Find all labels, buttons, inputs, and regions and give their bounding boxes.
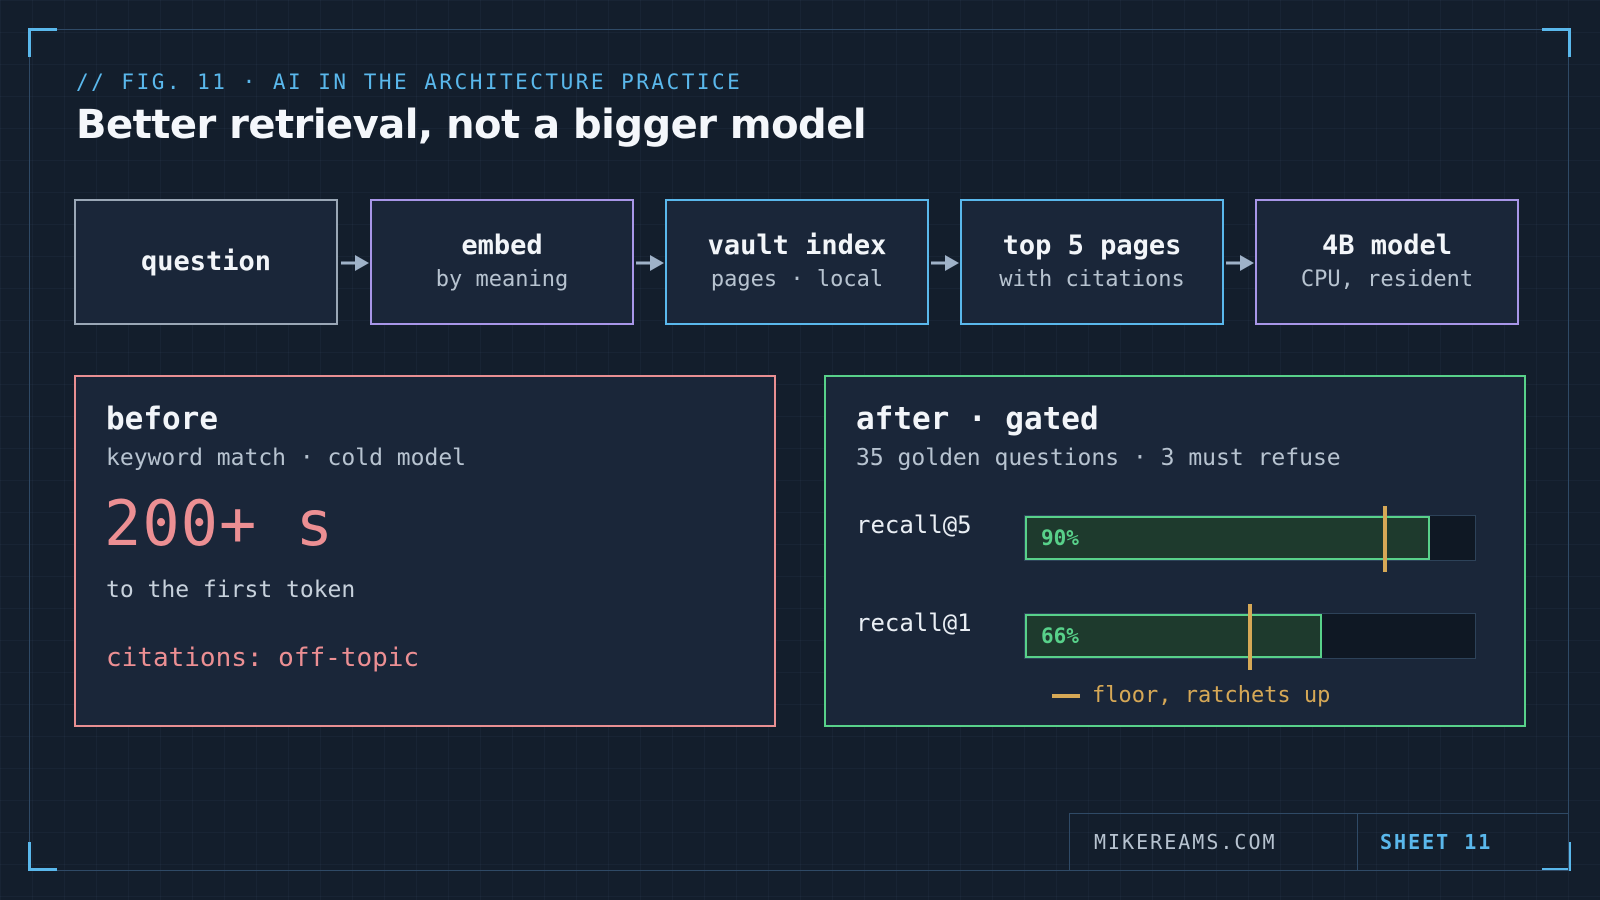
latency-caption: to the first token xyxy=(106,577,356,603)
arrow-right-icon xyxy=(341,255,369,271)
after-subheading: 35 golden questions · 3 must refuse xyxy=(856,445,1341,471)
step-title: question xyxy=(140,245,272,277)
figure-kicker: // FIG. 11 · AI IN THE ARCHITECTURE PRAC… xyxy=(76,70,743,94)
step-subtitle: by meaning xyxy=(435,266,569,292)
before-heading: before xyxy=(106,401,218,437)
floor-legend: floor, ratchets up xyxy=(1052,683,1330,708)
step-subtitle: with citations xyxy=(999,266,1185,292)
footer-sheet-number: SHEET 11 xyxy=(1380,830,1493,854)
bar-value-recall-5: 90% xyxy=(1041,526,1079,550)
step-subtitle: CPU, resident xyxy=(1300,266,1474,292)
arrow-right-icon xyxy=(636,255,664,271)
corner-mark-top-right xyxy=(1542,28,1571,57)
step-title: vault index xyxy=(707,229,887,261)
floor-legend-label: floor, ratchets up xyxy=(1092,683,1331,708)
step-title: embed xyxy=(461,229,543,261)
arrow-right-icon xyxy=(931,255,959,271)
footer-site: MIKEREAMS.COM xyxy=(1070,814,1358,870)
step-model: 4B model CPU, resident xyxy=(1255,199,1519,325)
page-title: Better retrieval, not a bigger model xyxy=(76,102,867,148)
arrow-right-icon xyxy=(1226,255,1254,271)
metric-label-recall-5: recall@5 xyxy=(856,511,972,539)
before-panel: before keyword match · cold model 200+ s… xyxy=(74,375,776,727)
after-panel: after · gated 35 golden questions · 3 mu… xyxy=(824,375,1526,727)
bar-value-recall-1: 66% xyxy=(1041,624,1079,648)
latency-value: 200+ s xyxy=(104,487,334,560)
step-embed: embed by meaning xyxy=(370,199,634,325)
floor-marker-recall-1 xyxy=(1248,604,1252,670)
metric-label-recall-1: recall@1 xyxy=(856,609,972,637)
corner-mark-top-left xyxy=(28,28,57,57)
step-subtitle: pages · local xyxy=(710,266,884,292)
bar-fill-recall-5 xyxy=(1025,516,1430,560)
step-title: 4B model xyxy=(1321,229,1453,261)
step-top-pages: top 5 pages with citations xyxy=(960,199,1224,325)
bar-track-recall-5: 90% xyxy=(1024,506,1476,572)
bar-track-recall-1: 66% xyxy=(1024,604,1476,670)
step-title: top 5 pages xyxy=(1002,229,1182,261)
step-vault-index: vault index pages · local xyxy=(665,199,929,325)
floor-marker-recall-5 xyxy=(1383,506,1387,572)
step-question: question xyxy=(74,199,338,325)
after-heading: after · gated xyxy=(856,401,1099,437)
before-subheading: keyword match · cold model xyxy=(106,445,467,471)
floor-legend-swatch xyxy=(1052,693,1080,698)
corner-mark-bottom-left xyxy=(28,842,57,871)
footer-block: MIKEREAMS.COM SHEET 11 xyxy=(1069,813,1569,871)
citations-status: citations: off-topic xyxy=(106,643,420,673)
